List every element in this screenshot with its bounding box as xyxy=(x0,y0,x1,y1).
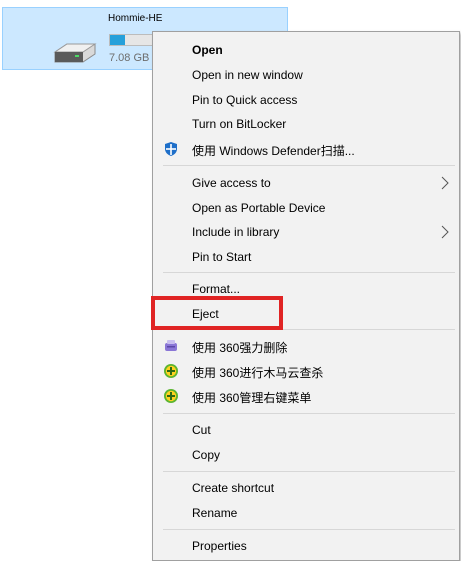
menu-item-pin-quick-access[interactable]: Pin to Quick access xyxy=(153,88,459,112)
chevron-right-icon xyxy=(441,176,449,190)
menu-item-eject[interactable]: Eject xyxy=(153,302,459,326)
menu-item-properties[interactable]: Properties xyxy=(153,534,459,558)
menu-item-pin-to-start[interactable]: Pin to Start xyxy=(153,245,459,269)
menu-item-label: Include in library xyxy=(192,225,280,239)
menu-item-open-new-window[interactable]: Open in new window xyxy=(153,63,459,87)
menu-item-label: 使用 360进行木马云查杀 xyxy=(192,366,324,380)
menu-item-360-manage-menu[interactable]: 使用 360管理右键菜单 xyxy=(153,384,459,408)
menu-item-label: Properties xyxy=(192,539,247,553)
menu-item-copy[interactable]: Copy xyxy=(153,443,459,467)
menu-separator xyxy=(163,529,455,530)
context-menu: Open Open in new window Pin to Quick acc… xyxy=(152,31,460,561)
menu-item-label: Turn on BitLocker xyxy=(192,117,287,131)
drive-icon xyxy=(53,43,97,63)
menu-separator xyxy=(163,471,455,472)
menu-item-open[interactable]: Open xyxy=(153,38,459,62)
chevron-right-icon xyxy=(441,225,449,239)
menu-item-label: 使用 Windows Defender扫描... xyxy=(192,144,355,158)
menu-item-label: Pin to Quick access xyxy=(192,93,298,107)
menu-item-format[interactable]: Format... xyxy=(153,277,459,301)
menu-item-defender-scan[interactable]: 使用 Windows Defender扫描... xyxy=(153,137,459,161)
drive-size: 7.08 GB xyxy=(109,52,150,64)
menu-item-360-trojan-scan[interactable]: 使用 360进行木马云查杀 xyxy=(153,359,459,383)
menu-item-label: Open as Portable Device xyxy=(192,201,326,215)
menu-item-label: Eject xyxy=(192,307,219,321)
menu-separator xyxy=(163,413,455,414)
menu-item-create-shortcut[interactable]: Create shortcut xyxy=(153,476,459,500)
menu-item-turn-on-bitlocker[interactable]: Turn on BitLocker xyxy=(153,112,459,136)
menu-item-label: Copy xyxy=(192,448,221,462)
menu-item-label: Cut xyxy=(192,423,211,437)
usage-bar-fill xyxy=(110,35,125,45)
menu-item-rename[interactable]: Rename xyxy=(153,501,459,525)
windows-defender-shield-icon xyxy=(165,142,177,156)
menu-item-label: Open in new window xyxy=(192,68,303,82)
menu-item-include-in-library[interactable]: Include in library xyxy=(153,220,459,244)
menu-item-label: Open xyxy=(192,43,223,57)
menu-item-label: 使用 360管理右键菜单 xyxy=(192,391,312,405)
menu-item-cut[interactable]: Cut xyxy=(153,418,459,442)
menu-item-give-access[interactable]: Give access to xyxy=(153,171,459,195)
menu-separator xyxy=(163,329,455,330)
menu-item-label: Give access to xyxy=(192,176,271,190)
menu-item-open-portable-device[interactable]: Open as Portable Device xyxy=(153,196,459,220)
drive-name: Hommie-HE xyxy=(108,13,163,24)
menu-item-label: Format... xyxy=(192,282,241,296)
shredder-icon xyxy=(165,340,177,351)
menu-separator xyxy=(163,272,455,273)
menu-item-label: Rename xyxy=(192,506,238,520)
360-logo-icon xyxy=(164,389,178,403)
menu-item-360-force-delete[interactable]: 使用 360强力删除 xyxy=(153,334,459,358)
menu-item-label: Pin to Start xyxy=(192,250,252,264)
menu-item-label: Create shortcut xyxy=(192,481,275,495)
360-logo-icon xyxy=(164,364,178,378)
menu-separator xyxy=(163,165,455,166)
menu-item-label: 使用 360强力删除 xyxy=(192,341,288,355)
